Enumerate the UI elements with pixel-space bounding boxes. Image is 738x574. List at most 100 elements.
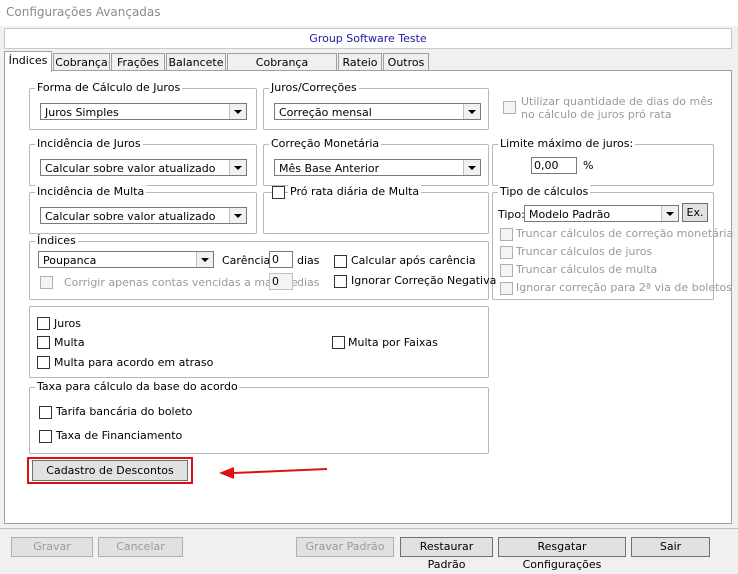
juros-label: Juros [54,317,81,330]
incidencia-juros-value: Calcular sobre valor atualizado [45,162,216,175]
multa-faixas-checkbox[interactable] [332,336,345,349]
cancelar-button[interactable]: Cancelar [98,537,183,557]
tipo-calculos-group: Tipo de cálculos Tipo: Modelo Padrão Ex.… [492,185,733,300]
correcao-monetaria-legend: Correção Monetária [269,137,382,150]
pro-rata-multa-checkbox[interactable] [272,186,285,199]
tab-outros[interactable]: Outros [383,53,429,71]
tipo-label: Tipo: [498,208,525,221]
calcular-apos-carencia-checkbox[interactable] [334,255,347,268]
ignorar-correcao-negativa-checkbox[interactable] [334,275,347,288]
juros-correcoes-group: Juros/Correções Correção mensal [263,81,489,130]
tab-indices[interactable]: Índices [4,51,52,72]
truncar-correcao-label: Truncar cálculos de correção monetária [516,227,734,240]
limite-juros-input[interactable]: 0,00 [531,157,577,174]
tab-fracoes[interactable]: Frações [111,53,165,71]
resgatar-configuracoes-button[interactable]: Resgatar Configurações [498,537,626,571]
indices-legend: Índices [35,234,78,247]
company-name: Group Software Teste [4,28,732,49]
taxa-financiamento-label: Taxa de Financiamento [56,429,183,442]
correcao-monetaria-group: Correção Monetária Mês Base Anterior [263,137,489,186]
tarifa-bancaria-checkbox[interactable] [39,406,52,419]
window-title: Configurações Avançadas [6,5,161,19]
tab-cobranca-avancada[interactable]: Cobrança Avançada [227,53,337,86]
juros-correcoes-select[interactable]: Correção mensal [274,103,481,120]
tipo-calculo-value: Modelo Padrão [529,208,611,221]
taxa-legend: Taxa para cálculo da base do acordo [35,380,240,393]
ignorar-correcao-negativa-label: Ignorar Correção Negativa [351,274,497,287]
limite-juros-legend: Limite máximo de juros: [498,137,636,150]
forma-calculo-legend: Forma de Cálculo de Juros [35,81,183,94]
juros-multa-group: Juros Multa Multa para acordo em atraso … [29,306,489,378]
truncar-multa-checkbox[interactable] [500,264,513,277]
indices-value: Poupanca [43,254,97,267]
tab-cobranca[interactable]: Cobrança [53,53,110,71]
truncar-correcao-checkbox[interactable] [500,228,513,241]
tab-rateio[interactable]: Rateio [338,53,382,71]
incidencia-juros-select[interactable]: Calcular sobre valor atualizado [40,159,247,176]
title-bar: Configurações Avançadas [0,0,738,26]
ignorar-correcao-2via-label: Ignorar correção para 2ª via de boletos [516,281,732,294]
forma-calculo-group: Forma de Cálculo de Juros Juros Simples [29,81,257,130]
carencia-dias-label: dias [297,254,320,267]
taxa-financiamento-checkbox[interactable] [39,430,52,443]
utilizar-dias-checkbox[interactable] [503,101,516,114]
pro-rata-multa-group: Pró rata diária de Multa [263,185,489,234]
chevron-down-icon [229,160,246,175]
chevron-down-icon [229,104,246,119]
gravar-button[interactable]: Gravar [11,537,93,557]
truncar-juros-checkbox[interactable] [500,246,513,259]
truncar-multa-label: Truncar cálculos de multa [516,263,658,276]
ignorar-correcao-2via-checkbox[interactable] [500,282,513,295]
chevron-down-icon [463,104,480,119]
indices-panel: Forma de Cálculo de Juros Juros Simples … [4,70,733,524]
taxa-group: Taxa para cálculo da base do acordo Tari… [29,380,489,454]
restaurar-padrao-button[interactable]: Restaurar Padrão [400,537,493,571]
corrigir-vencidas-label: Corrigir apenas contas vencidas a mais d… [64,276,298,289]
utilizar-dias-label-1: Utilizar quantidade de dias do mês [521,95,713,108]
chevron-down-icon [463,160,480,175]
tab-balancete[interactable]: Balancete [166,53,226,71]
chevron-down-icon [229,208,246,223]
multa-faixas-label: Multa por Faixas [348,336,438,349]
incidencia-juros-group: Incidência de Juros Calcular sobre valor… [29,137,257,186]
juros-correcoes-value: Correção mensal [279,106,372,119]
pointer-arrow-icon [219,467,328,479]
corrigir-vencidas-checkbox[interactable] [40,276,53,289]
incidencia-multa-select[interactable]: Calcular sobre valor atualizado [40,207,247,224]
indices-select[interactable]: Poupanca [38,251,214,268]
tipo-calculo-select[interactable]: Modelo Padrão [524,205,679,222]
corrigir-dias-label: dias [297,276,320,289]
juros-checkbox[interactable] [37,317,50,330]
calcular-apos-carencia-label: Calcular após carência [351,254,476,267]
multa-acordo-label: Multa para acordo em atraso [54,356,214,369]
limite-juros-group: Limite máximo de juros: 0,00 % [492,137,714,186]
forma-calculo-value: Juros Simples [45,106,119,119]
tarifa-bancaria-label: Tarifa bancária do boleto [56,405,193,418]
chevron-down-icon [196,252,213,267]
multa-checkbox[interactable] [37,336,50,349]
incidencia-multa-group: Incidência de Multa Calcular sobre valor… [29,185,257,234]
carencia-label: Carência: [222,254,274,267]
exemplo-button[interactable]: Ex. [682,203,708,222]
correcao-monetaria-value: Mês Base Anterior [279,162,380,175]
forma-calculo-select[interactable]: Juros Simples [40,103,247,120]
cadastro-descontos-button[interactable]: Cadastro de Descontos [32,460,188,481]
tipo-calculos-legend: Tipo de cálculos [498,185,591,198]
correcao-monetaria-select[interactable]: Mês Base Anterior [274,159,481,176]
incidencia-multa-legend: Incidência de Multa [35,185,147,198]
gravar-padrao-button[interactable]: Gravar Padrão [296,537,394,557]
footer-bar: Gravar Cancelar Gravar Padrão Restaurar … [0,528,738,571]
pro-rata-multa-label: Pró rata diária de Multa [288,185,422,198]
incidencia-multa-value: Calcular sobre valor atualizado [45,210,216,223]
multa-label: Multa [54,336,85,349]
incidencia-juros-legend: Incidência de Juros [35,137,143,150]
multa-acordo-checkbox[interactable] [37,356,50,369]
sair-button[interactable]: Sair [631,537,710,557]
corrigir-dias-input[interactable]: 0 [269,273,293,290]
juros-correcoes-legend: Juros/Correções [269,81,359,94]
carencia-input[interactable]: 0 [269,251,293,268]
truncar-juros-label: Truncar cálculos de juros [516,245,653,258]
utilizar-dias-label-2: no cálculo de juros pró rata [521,108,672,121]
chevron-down-icon [661,206,678,221]
percent-label: % [583,159,594,172]
